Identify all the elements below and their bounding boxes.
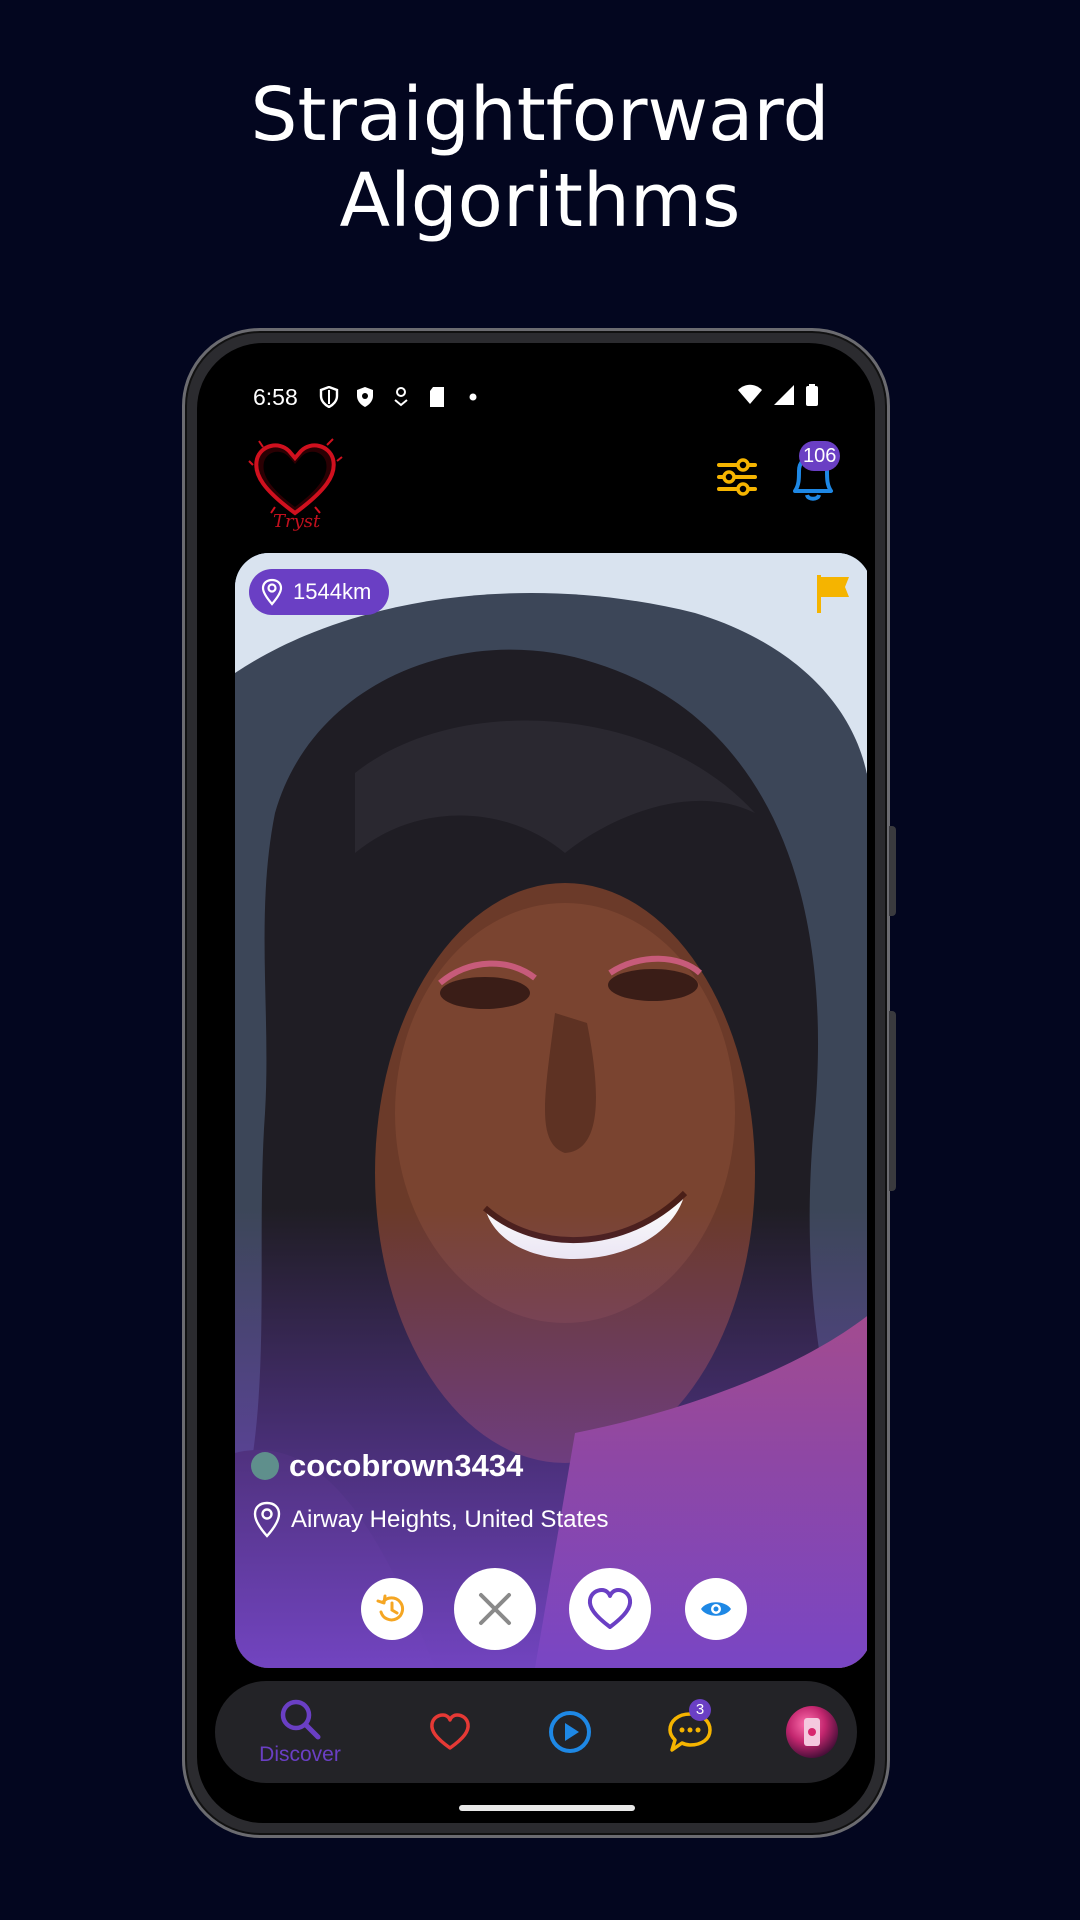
- app-screen: 6:58 Tryst 106 1544km cocobrown3434 Airw…: [205, 351, 867, 1815]
- distance-badge: 1544km: [249, 569, 390, 615]
- like-button[interactable]: [569, 1568, 651, 1650]
- shield-outline-icon: [318, 386, 340, 408]
- nav-videos[interactable]: [535, 1681, 605, 1783]
- location-text: Airway Heights, United States: [291, 1506, 609, 1533]
- nav-discover[interactable]: Discover: [245, 1681, 355, 1783]
- status-bar: 6:58: [253, 381, 819, 413]
- download-icon: [390, 386, 412, 408]
- rewind-button[interactable]: [361, 1578, 423, 1640]
- play-circle-icon: [549, 1711, 591, 1753]
- nav-discover-label: Discover: [259, 1743, 341, 1766]
- headline-line-2: Algorithms: [339, 158, 741, 244]
- cell-signal-icon: [773, 384, 795, 411]
- location-pin-icon: [261, 578, 283, 606]
- filter-button[interactable]: [715, 455, 759, 499]
- svg-text:Tryst: Tryst: [273, 511, 321, 531]
- search-icon: [280, 1699, 321, 1740]
- home-indicator[interactable]: [459, 1805, 635, 1811]
- heart-icon: [430, 1713, 470, 1750]
- nav-profile[interactable]: [777, 1681, 847, 1783]
- eye-icon: [701, 1602, 731, 1616]
- dislike-button[interactable]: [454, 1568, 536, 1650]
- username-row: cocobrown3434: [251, 1448, 523, 1484]
- marketing-headline: Straightforward Algorithms: [0, 72, 1080, 244]
- notifications-badge: 106: [799, 441, 841, 471]
- headline-line-1: Straightforward: [250, 72, 830, 158]
- notification-dot-icon: [462, 386, 484, 408]
- flag-icon: [817, 575, 849, 613]
- report-button[interactable]: [813, 573, 853, 615]
- distance-text: 1544km: [293, 579, 372, 604]
- bottom-nav: Discover 3: [215, 1681, 857, 1783]
- volume-button: [889, 826, 896, 916]
- phone-frame: 6:58 Tryst 106 1544km cocobrown3434 Airw…: [182, 328, 896, 1838]
- shield-filled-icon: [354, 386, 376, 408]
- heart-icon: [587, 1588, 633, 1629]
- phone-bezel: 6:58 Tryst 106 1544km cocobrown3434 Airw…: [197, 343, 875, 1823]
- notifications-button[interactable]: 106: [787, 441, 841, 505]
- power-button: [889, 1011, 896, 1191]
- location-pin-icon: [253, 1501, 281, 1538]
- nav-likes[interactable]: [415, 1681, 485, 1783]
- profile-card[interactable]: 1544km cocobrown3434 Airway Heights, Uni…: [235, 553, 867, 1668]
- tryst-logo: Tryst: [245, 431, 345, 532]
- location-row: Airway Heights, United States: [251, 1501, 608, 1539]
- app-bar: Tryst 106: [205, 431, 867, 541]
- battery-icon: [805, 383, 819, 411]
- status-time: 6:58: [253, 383, 298, 410]
- swipe-actions: [235, 1568, 867, 1652]
- sliders-icon: [717, 458, 757, 496]
- username: cocobrown3434: [289, 1448, 524, 1483]
- sd-card-icon: [426, 386, 448, 408]
- chats-badge: 3: [689, 1699, 711, 1721]
- nav-chats[interactable]: 3: [655, 1681, 725, 1783]
- rewind-icon: [376, 1594, 405, 1622]
- online-status-dot: [251, 1452, 279, 1480]
- avatar: [786, 1706, 838, 1758]
- wifi-icon: [737, 384, 763, 411]
- view-profile-button[interactable]: [685, 1578, 747, 1640]
- close-icon: [479, 1593, 511, 1625]
